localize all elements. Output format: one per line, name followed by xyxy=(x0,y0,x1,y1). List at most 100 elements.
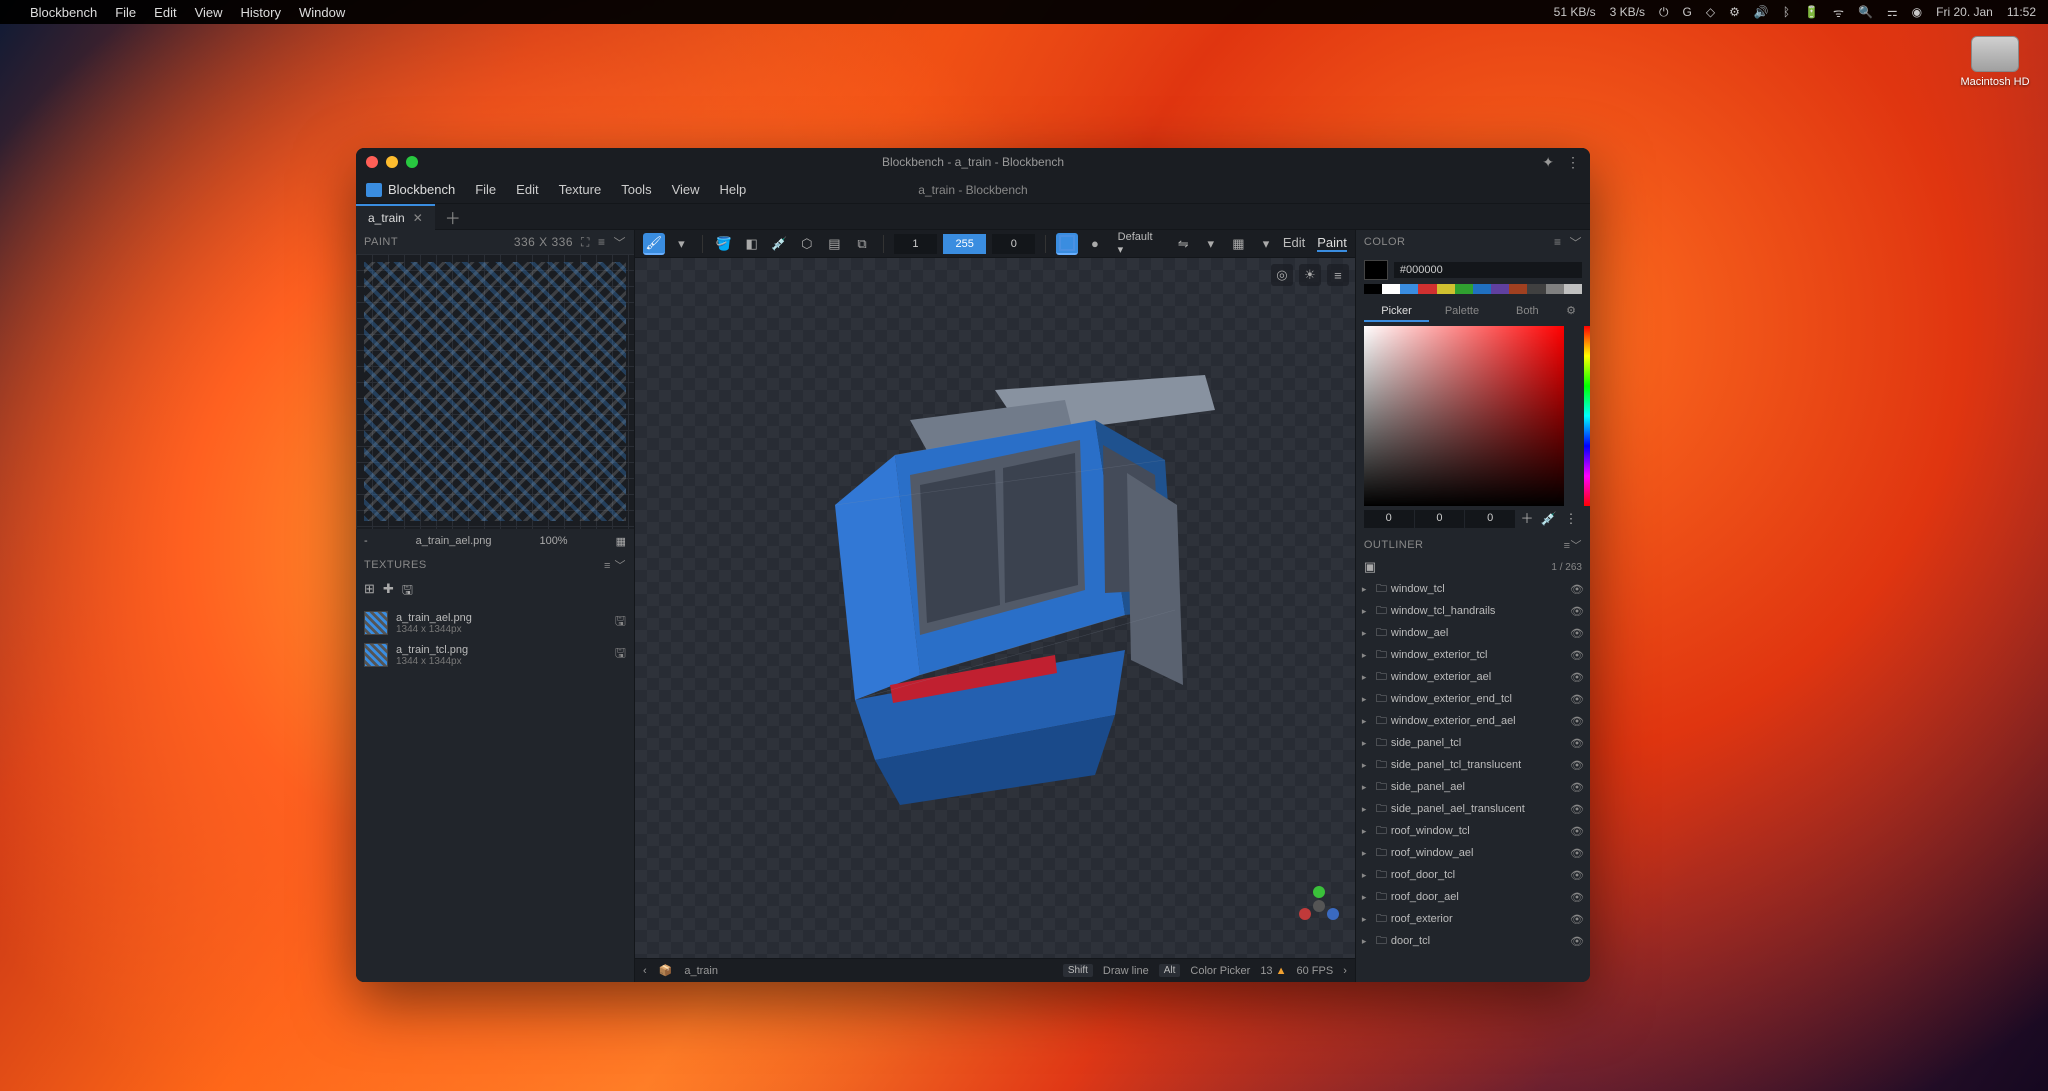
chevron-right-icon[interactable]: ▸ xyxy=(1362,650,1372,661)
volume-icon[interactable]: 🔊 xyxy=(1754,5,1769,19)
visibility-icon[interactable]: 👁 xyxy=(1570,671,1584,684)
more-icon[interactable]: ⋮ xyxy=(1566,154,1580,171)
outliner-node[interactable]: ▸🗀side_panel_tcl_translucent👁 xyxy=(1356,754,1590,776)
brush-shape-circle[interactable]: ● xyxy=(1084,233,1106,255)
options-icon[interactable]: ≡ xyxy=(1554,235,1562,249)
picker-icon[interactable]: 💉 xyxy=(1538,510,1560,528)
palette-swatch[interactable] xyxy=(1491,284,1509,294)
brush-tool[interactable]: 🖌 xyxy=(643,233,665,255)
palette-swatch[interactable] xyxy=(1437,284,1455,294)
chevron-right-icon[interactable]: ▸ xyxy=(1362,738,1372,749)
outliner-node[interactable]: ▸🗀window_ael👁 xyxy=(1356,622,1590,644)
menu-edit[interactable]: Edit xyxy=(508,179,546,200)
visibility-icon[interactable]: 👁 xyxy=(1570,825,1584,838)
tab-palette[interactable]: Palette xyxy=(1429,300,1494,322)
chevron-right-icon[interactable]: ▸ xyxy=(1362,628,1372,639)
project-tab[interactable]: a_train ✕ xyxy=(356,204,435,230)
outliner-node[interactable]: ▸🗀side_panel_tcl👁 xyxy=(1356,732,1590,754)
save-icon[interactable]: 🖫 xyxy=(615,612,626,634)
control-center-icon[interactable]: ⚎ xyxy=(1887,5,1898,19)
menu-file[interactable]: File xyxy=(467,179,504,200)
options-icon[interactable]: ≡ xyxy=(598,235,606,249)
close-tab-icon[interactable]: ✕ xyxy=(413,211,423,225)
chevron-down-icon[interactable]: ﹀ xyxy=(1571,540,1583,552)
outliner-node[interactable]: ▸🗀window_exterior_tcl👁 xyxy=(1356,644,1590,666)
options-icon[interactable]: ≡ xyxy=(1564,540,1571,552)
app-name[interactable]: Blockbench xyxy=(30,5,97,20)
chevron-right-icon[interactable]: ▸ xyxy=(1362,826,1372,837)
green-input[interactable]: 0 xyxy=(1415,510,1466,528)
outliner-node[interactable]: ▸🗀window_tcl👁 xyxy=(1356,578,1590,600)
chevron-right-icon[interactable]: ▸ xyxy=(1362,892,1372,903)
chevron-right-icon[interactable]: ▸ xyxy=(1362,694,1372,705)
eraser-tool[interactable]: ◧ xyxy=(741,233,763,255)
hue-slider[interactable] xyxy=(1584,326,1590,506)
visibility-icon[interactable]: 👁 xyxy=(1570,649,1584,662)
palette-swatch[interactable] xyxy=(1382,284,1400,294)
chevron-right-icon[interactable]: ▸ xyxy=(1362,606,1372,617)
search-icon[interactable]: 🔍 xyxy=(1858,5,1873,19)
visibility-icon[interactable]: 👁 xyxy=(1570,935,1584,948)
visibility-icon[interactable]: 👁 xyxy=(1570,781,1584,794)
visibility-icon[interactable]: 👁 xyxy=(1570,693,1584,706)
3d-viewport[interactable]: ◎ ☀ ≡ xyxy=(635,258,1355,958)
save-textures-icon[interactable]: 🖫 xyxy=(402,581,413,603)
more-icon[interactable]: ⋮ xyxy=(1560,510,1582,528)
uv-file[interactable]: a_train_ael.png xyxy=(416,535,492,547)
window-titlebar[interactable]: Blockbench - a_train - Blockbench ✦ ⋮ xyxy=(356,148,1590,176)
import-texture-icon[interactable]: ⊞ xyxy=(364,581,375,603)
visibility-icon[interactable]: 👁 xyxy=(1570,891,1584,904)
maximize-button[interactable] xyxy=(406,156,418,168)
orientation-gizmo[interactable] xyxy=(1297,884,1341,928)
chevron-down-icon[interactable]: ﹀ xyxy=(1569,234,1582,251)
visibility-icon[interactable]: 👁 xyxy=(1570,715,1584,728)
warning-count[interactable]: 13 ▲ xyxy=(1260,965,1286,977)
menu-window[interactable]: Window xyxy=(299,5,345,20)
tab-picker[interactable]: Picker xyxy=(1364,300,1429,322)
chevron-right-icon[interactable]: ▸ xyxy=(1362,584,1372,595)
outliner-node[interactable]: ▸🗀window_tcl_handrails👁 xyxy=(1356,600,1590,622)
chevron-right-icon[interactable]: ▸ xyxy=(1362,782,1372,793)
visibility-icon[interactable]: 👁 xyxy=(1570,759,1584,772)
add-cube-icon[interactable]: ▣ xyxy=(1364,559,1376,575)
palette-swatch[interactable] xyxy=(1418,284,1436,294)
chevron-down-icon[interactable]: ﹀ xyxy=(613,234,626,251)
color-swatch[interactable] xyxy=(1364,260,1388,280)
desktop-drive[interactable]: Macintosh HD xyxy=(1960,36,2030,88)
brush-size-input[interactable]: 1 xyxy=(894,234,937,254)
nav-back-icon[interactable]: ‹ xyxy=(643,965,647,977)
screenshot-icon[interactable]: ◎ xyxy=(1271,264,1293,286)
chevron-down-icon[interactable]: ▾ xyxy=(1255,233,1277,255)
texture-item[interactable]: a_train_ael.png 1344 x 1344px 🖫 xyxy=(356,607,634,639)
menu-view[interactable]: View xyxy=(195,5,223,20)
brush-opacity-input[interactable]: 255 xyxy=(943,234,986,254)
chevron-down-icon[interactable]: ▾ xyxy=(671,233,693,255)
palette-swatch[interactable] xyxy=(1509,284,1527,294)
status-icon[interactable]: ⏻ xyxy=(1659,5,1669,20)
lock-alpha-icon[interactable]: ▾ xyxy=(1200,233,1222,255)
status-icon[interactable]: ⚙ xyxy=(1729,5,1740,19)
visibility-icon[interactable]: 👁 xyxy=(1570,913,1584,926)
outliner-node[interactable]: ▸🗀roof_door_tcl👁 xyxy=(1356,864,1590,886)
status-icon[interactable]: ◇ xyxy=(1706,5,1715,19)
chevron-right-icon[interactable]: ▸ xyxy=(1362,804,1372,815)
texture-item[interactable]: a_train_tcl.png 1344 x 1344px 🖫 xyxy=(356,639,634,671)
palette-swatch[interactable] xyxy=(1364,284,1382,294)
picker-tool[interactable]: 💉 xyxy=(768,233,790,255)
gradient-tool[interactable]: ▤ xyxy=(824,233,846,255)
save-icon[interactable]: 🖫 xyxy=(615,644,626,666)
palette-swatch[interactable] xyxy=(1455,284,1473,294)
palette-swatch[interactable] xyxy=(1546,284,1564,294)
outliner-node[interactable]: ▸🗀window_exterior_ael👁 xyxy=(1356,666,1590,688)
add-color-button[interactable]: ＋ xyxy=(1516,510,1538,528)
brush-shape-square[interactable] xyxy=(1056,233,1078,255)
battery-icon[interactable]: 🔋 xyxy=(1804,5,1819,19)
uv-grid-icon[interactable]: ▦ xyxy=(616,535,626,548)
outliner-node[interactable]: ▸🗀window_exterior_end_ael👁 xyxy=(1356,710,1590,732)
nav-forward-icon[interactable]: › xyxy=(1343,965,1347,977)
copy-paste-tool[interactable]: ⧉ xyxy=(851,233,873,255)
outliner-node[interactable]: ▸🗀roof_door_ael👁 xyxy=(1356,886,1590,908)
clock-time[interactable]: 11:52 xyxy=(2007,5,2036,19)
siri-icon[interactable]: ◉ xyxy=(1912,5,1922,19)
blend-mode-select[interactable]: Default ▾ xyxy=(1112,231,1167,256)
